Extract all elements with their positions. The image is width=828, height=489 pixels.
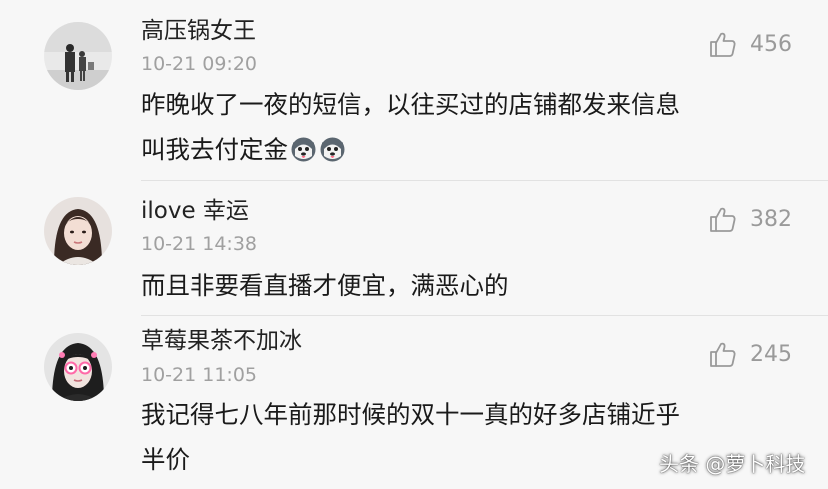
husky-emoji-icon (290, 136, 317, 163)
thumbs-up-icon (708, 205, 738, 235)
username[interactable]: 草莓果茶不加冰 (141, 326, 302, 356)
husky-emoji-icon (319, 136, 346, 163)
username[interactable]: ilove 幸运 (141, 196, 249, 226)
like-count: 245 (750, 342, 792, 367)
avatar-image (44, 197, 112, 265)
like-button[interactable]: 245 (708, 340, 792, 370)
like-button[interactable]: 456 (708, 30, 792, 60)
like-button[interactable]: 382 (708, 205, 792, 235)
thumbs-up-icon (708, 340, 738, 370)
avatar-image (44, 333, 112, 401)
avatar[interactable] (44, 197, 112, 265)
thumbs-up-icon (708, 30, 738, 60)
comment-time: 10-21 11:05 (141, 364, 258, 386)
comment-item: 高压锅女王 10-21 09:20 456 昨晚收了一夜的短信，以往买过的店铺都… (0, 0, 828, 181)
username[interactable]: 高压锅女王 (141, 16, 256, 46)
comment-item: ilove 幸运 10-21 14:38 382 而且非要看直播才便宜，满恶心的 (0, 181, 828, 316)
comment-text-line: 半价 (141, 445, 190, 474)
avatar[interactable] (44, 333, 112, 401)
like-count: 456 (750, 32, 792, 57)
comment-text-line-2: 叫我去付定金 (141, 127, 346, 173)
avatar[interactable] (44, 22, 112, 90)
avatar-image (44, 22, 112, 90)
like-count: 382 (750, 207, 792, 232)
comment-text-line: 而且非要看直播才便宜，满恶心的 (141, 271, 509, 300)
comment-text-line: 昨晚收了一夜的短信，以往买过的店铺都发来信息 (141, 90, 680, 119)
comment-time: 10-21 09:20 (141, 53, 258, 75)
comment-time: 10-21 14:38 (141, 233, 258, 255)
comment-text-line: 我记得七八年前那时候的双十一真的好多店铺近乎 (141, 400, 680, 429)
comment-text-line: 叫我去付定金 (141, 135, 288, 164)
watermark-text: 头条 @萝卜科技 (659, 452, 806, 476)
